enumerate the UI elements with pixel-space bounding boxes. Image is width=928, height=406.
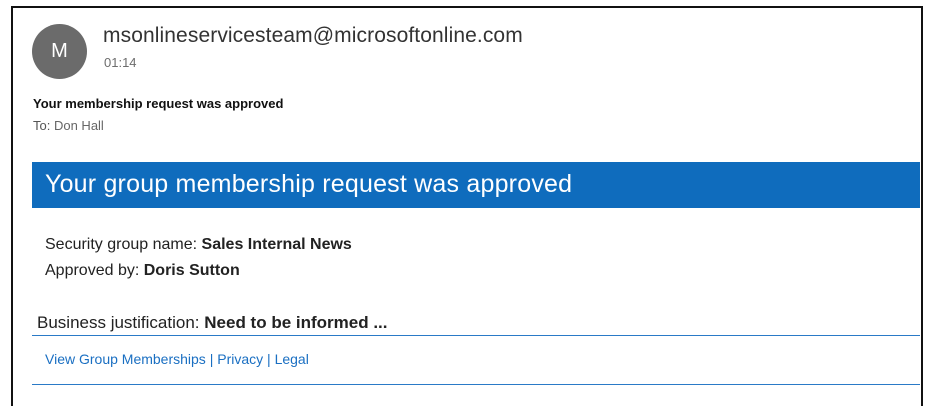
sender-avatar: M bbox=[32, 24, 87, 79]
recipient-name[interactable]: Don Hall bbox=[54, 118, 104, 133]
received-time: 01:14 bbox=[104, 55, 137, 70]
justification-label: Business justification: bbox=[37, 313, 200, 332]
approved-by-label: Approved by: bbox=[45, 262, 140, 279]
divider bbox=[32, 335, 920, 336]
view-group-memberships-link[interactable]: View Group Memberships bbox=[45, 351, 206, 367]
group-name-value: Sales Internal News bbox=[201, 236, 352, 253]
email-subject: Your membership request was approved bbox=[33, 96, 284, 111]
banner-title: Your group membership request was approv… bbox=[45, 170, 573, 198]
legal-link[interactable]: Legal bbox=[275, 351, 309, 367]
group-name-label: Security group name: bbox=[45, 236, 198, 253]
link-separator: | bbox=[267, 351, 271, 367]
sender-address[interactable]: msonlineservicesteam@microsoftonline.com bbox=[103, 24, 523, 48]
recipient-line: To: Don Hall bbox=[33, 118, 104, 133]
footer-links: View Group Memberships | Privacy | Legal bbox=[45, 351, 309, 367]
justification-line: Business justification: Need to be infor… bbox=[37, 313, 388, 333]
to-label: To: bbox=[33, 118, 51, 133]
divider bbox=[32, 384, 920, 385]
justification-value: Need to be informed ... bbox=[204, 313, 388, 332]
group-name-line: Security group name: Sales Internal News bbox=[45, 236, 352, 254]
approved-by-line: Approved by: Doris Sutton bbox=[45, 262, 240, 280]
link-separator: | bbox=[209, 351, 214, 367]
message-banner: Your group membership request was approv… bbox=[32, 162, 920, 208]
privacy-link[interactable]: Privacy bbox=[217, 351, 263, 367]
approved-by-value: Doris Sutton bbox=[143, 262, 240, 279]
